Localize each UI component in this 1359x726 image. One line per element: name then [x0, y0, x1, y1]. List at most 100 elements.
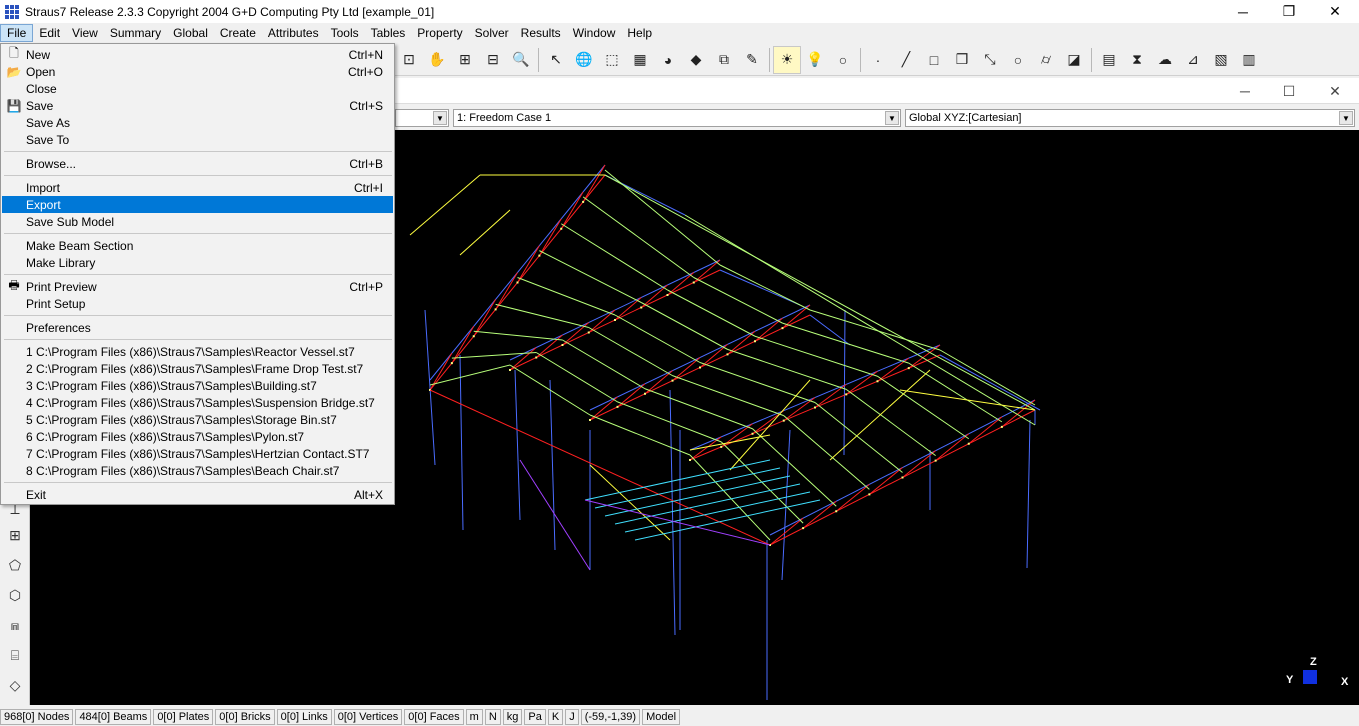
frame-icon[interactable]: ⩎ [3, 613, 27, 637]
fit-view-icon[interactable]: ⬚ [598, 46, 626, 74]
unit-stress[interactable]: Pa [524, 709, 546, 725]
close-button[interactable]: ✕ [1312, 0, 1358, 23]
menu-preferences[interactable]: Preferences [2, 319, 393, 336]
web-member [902, 450, 936, 478]
zoom-out-icon[interactable]: ⊟ [479, 46, 507, 74]
unit-length[interactable]: m [465, 709, 483, 725]
canopy-member [624, 491, 811, 533]
solid-icon[interactable]: ◇ [3, 673, 27, 697]
node-marker [699, 366, 701, 369]
zoom-window-icon[interactable]: ⊡ [395, 46, 423, 74]
vertex-icon[interactable]: ○ [1004, 46, 1032, 74]
face-icon[interactable]: ◪ [1060, 46, 1088, 74]
brick-icon[interactable]: ❒ [948, 46, 976, 74]
drum-icon[interactable]: ⌸ [3, 643, 27, 667]
status-plates: 0[0] Plates [153, 709, 214, 725]
node-marker [582, 200, 585, 203]
shell-icon[interactable]: ⬠ [3, 553, 27, 577]
beam-icon[interactable]: ╱ [892, 46, 920, 74]
menu-file[interactable]: File [0, 24, 34, 42]
unit-energy[interactable]: J [565, 709, 579, 725]
light-source-icon[interactable]: ☀ [773, 45, 801, 74]
grid-view-icon[interactable]: ⊞ [3, 523, 27, 547]
menu-export[interactable]: Export [2, 196, 393, 213]
child-close-button[interactable]: ✕ [1315, 80, 1355, 102]
menu-global[interactable]: Global [167, 24, 214, 42]
recent-file-item[interactable]: 3 C:\Program Files (x86)\Straus7\Samples… [2, 377, 393, 394]
menu-save-to[interactable]: Save To [2, 131, 393, 148]
menu-close[interactable]: Close [2, 80, 393, 97]
cloud-icon[interactable]: ☁ [1151, 46, 1179, 74]
palette-icon[interactable]: ◕ [654, 46, 682, 74]
image-icon[interactable]: ▧ [1207, 46, 1235, 74]
menu-save[interactable]: 💾 Save Ctrl+S [2, 97, 393, 114]
menu-tables[interactable]: Tables [365, 24, 412, 42]
globe-icon[interactable]: 🌐 [570, 46, 598, 74]
table-icon[interactable]: ▥ [1235, 46, 1263, 74]
zoom-in-icon[interactable]: ⊞ [451, 46, 479, 74]
menu-make-library[interactable]: Make Library [2, 254, 393, 271]
status-bar: 968[0] Nodes 484[0] Beams 0[0] Plates 0[… [0, 708, 1359, 726]
menu-edit[interactable]: Edit [33, 24, 66, 42]
menu-new[interactable]: 🗋 New Ctrl+N [2, 46, 393, 63]
web-member [769, 517, 804, 546]
node-marker [781, 327, 784, 330]
measure-icon[interactable]: ⊿ [1179, 46, 1207, 74]
menu-property[interactable]: Property [411, 24, 468, 42]
menu-summary[interactable]: Summary [104, 24, 167, 42]
menu-results[interactable]: Results [515, 24, 567, 42]
recent-file-item[interactable]: 6 C:\Program Files (x86)\Straus7\Samples… [2, 428, 393, 445]
menu-view[interactable]: View [66, 24, 104, 42]
freedom-case-select[interactable]: 1: Freedom Case 1 ▼ [453, 109, 901, 127]
cube-icon[interactable]: ⬡ [3, 583, 27, 607]
menu-help[interactable]: Help [621, 24, 658, 42]
menu-import[interactable]: Import Ctrl+I [2, 179, 393, 196]
plate-icon[interactable]: □ [920, 46, 948, 74]
recent-file-item[interactable]: 1 C:\Program Files (x86)\Straus7\Samples… [2, 343, 393, 360]
maximize-button[interactable]: ❐ [1266, 0, 1312, 23]
menu-create[interactable]: Create [214, 24, 262, 42]
triad-origin [1303, 670, 1317, 684]
menu-attributes[interactable]: Attributes [262, 24, 325, 42]
menu-print-preview[interactable]: 🖶 Print Preview Ctrl+P [2, 278, 393, 295]
recent-file-item[interactable]: 2 C:\Program Files (x86)\Straus7\Samples… [2, 360, 393, 377]
layers-icon[interactable]: ▤ [1095, 46, 1123, 74]
magnify-icon[interactable]: 🔍 [507, 46, 535, 74]
recent-file-item[interactable]: 5 C:\Program Files (x86)\Straus7\Samples… [2, 411, 393, 428]
menu-window[interactable]: Window [567, 24, 622, 42]
grid-icon[interactable]: ▦ [626, 46, 654, 74]
web-member [562, 322, 590, 346]
eraser-icon[interactable]: ✎ [738, 46, 766, 74]
recent-file-item[interactable]: 8 C:\Program Files (x86)\Straus7\Samples… [2, 462, 393, 479]
menu-exit[interactable]: Exit Alt+X [2, 486, 393, 503]
menu-solver[interactable]: Solver [469, 24, 515, 42]
light-bulb-off-icon[interactable]: ○ [829, 46, 857, 74]
pan-hand-icon[interactable]: ✋ [423, 46, 451, 74]
menu-save-as[interactable]: Save As [2, 114, 393, 131]
menu-make-beam-section[interactable]: Make Beam Section [2, 237, 393, 254]
menu-save-sub-model[interactable]: Save Sub Model [2, 213, 393, 230]
unit-temperature[interactable]: K [547, 709, 564, 725]
node-marker [1000, 425, 1003, 428]
menu-print-setup[interactable]: Print Setup [2, 295, 393, 312]
group-icon[interactable]: ⧉ [710, 46, 738, 74]
child-minimize-button[interactable]: ─ [1225, 80, 1265, 102]
menu-open[interactable]: 📂 Open Ctrl+O [2, 63, 393, 80]
unit-mass[interactable]: kg [502, 709, 523, 725]
link-icon[interactable]: ⤡ [976, 46, 1004, 74]
menu-tools[interactable]: Tools [325, 24, 365, 42]
menu-browse[interactable]: Browse... Ctrl+B [2, 155, 393, 172]
ucs-select[interactable]: Global XYZ:[Cartesian] ▼ [905, 109, 1355, 127]
minimize-button[interactable]: ─ [1220, 0, 1266, 23]
hourglass-icon[interactable]: ⧗ [1123, 46, 1151, 74]
unit-force[interactable]: N [484, 709, 501, 725]
cylinder-icon[interactable]: ⌭ [1032, 46, 1060, 74]
select-arrow-icon[interactable]: ↖ [542, 46, 570, 74]
node-icon[interactable]: · [864, 46, 892, 74]
select-entities-icon[interactable]: ◆ [682, 46, 710, 74]
child-maximize-button[interactable]: ☐ [1269, 80, 1309, 102]
load-case-select[interactable]: ▼ [395, 109, 449, 127]
light-bulb-icon[interactable]: 💡 [801, 46, 829, 74]
recent-file-item[interactable]: 7 C:\Program Files (x86)\Straus7\Samples… [2, 445, 393, 462]
recent-file-item[interactable]: 4 C:\Program Files (x86)\Straus7\Samples… [2, 394, 393, 411]
